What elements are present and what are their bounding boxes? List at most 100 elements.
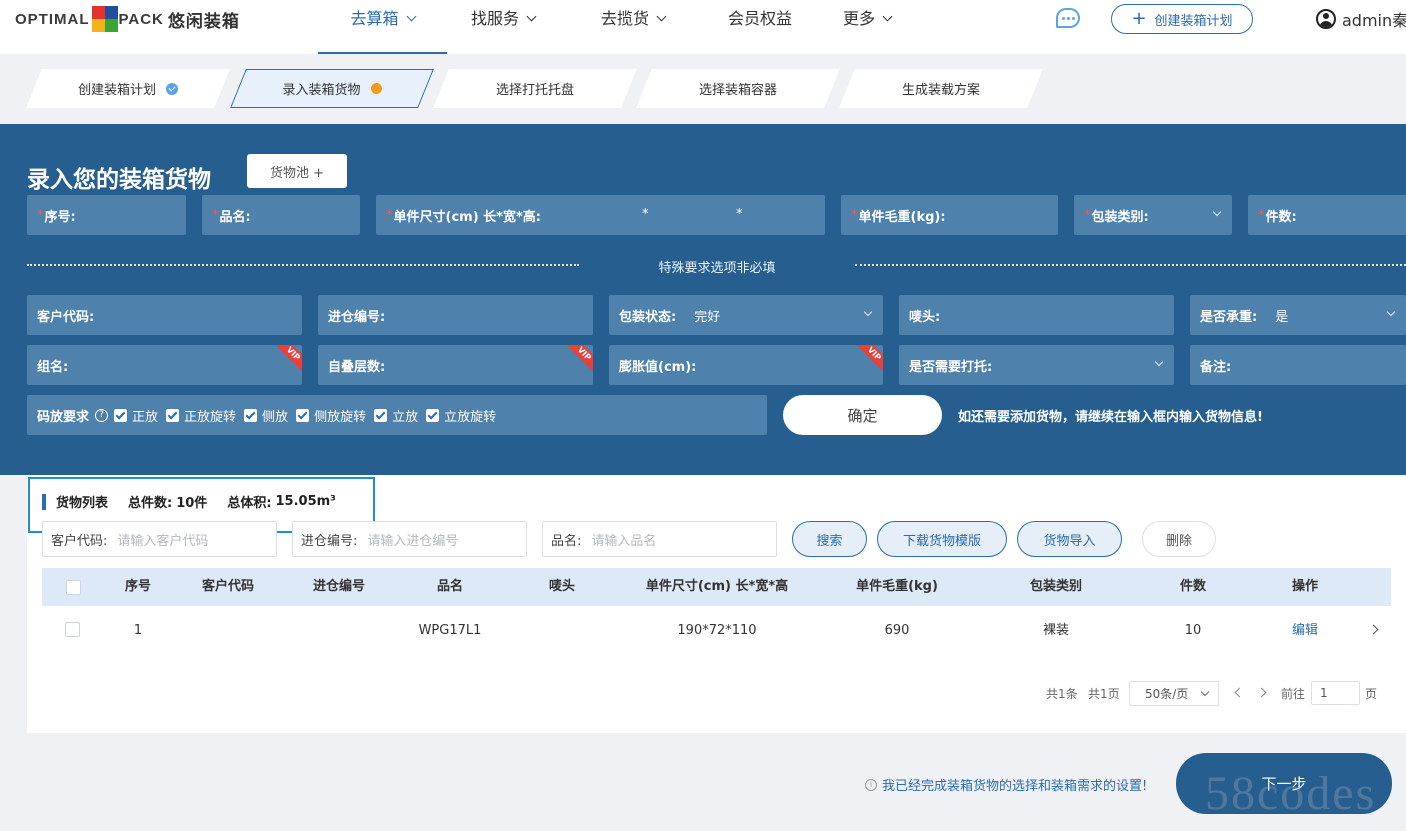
checkbox-checked-icon — [296, 408, 310, 422]
cell-customer — [183, 621, 273, 641]
confirm-button[interactable]: 确定 — [783, 395, 942, 435]
pager-pages: 共1页 — [1088, 686, 1120, 701]
step-enter-cargo[interactable]: 录入装箱货物 — [230, 69, 434, 108]
nav-item-service[interactable]: 找服务 — [458, 0, 548, 54]
nav-item-member[interactable]: 会员权益 — [715, 0, 805, 54]
completion-note-text: 我已经完成装箱货物的选择和装箱需求的设置! — [882, 779, 1148, 794]
current-dot-icon — [370, 83, 382, 94]
stack-option-checkbox[interactable]: 正放 — [114, 406, 158, 425]
page-number-input[interactable]: 1 — [1311, 681, 1360, 705]
inbound-no-search[interactable]: 进仓编号: 请输入进仓编号 — [292, 521, 527, 557]
stack-option-checkbox[interactable]: 立放旋转 — [426, 406, 496, 425]
field-label: 膨胀值(cm): — [619, 359, 697, 375]
stack-option-checkbox[interactable]: 立放 — [374, 406, 418, 425]
logo-text-cn: 悠闲装箱 — [167, 11, 240, 31]
delete-button[interactable]: 删除 — [1142, 521, 1216, 557]
size-separator: * — [736, 207, 743, 222]
step-container[interactable]: 选择装箱容器 — [636, 69, 840, 108]
checkbox-checked-icon — [374, 408, 388, 422]
weight-field[interactable]: * 单件毛重(kg): — [841, 195, 1058, 235]
column-header: 序号 — [124, 579, 151, 594]
user-menu[interactable]: admin秦 — [1316, 7, 1406, 31]
cargo-entry-panel: 录入您的装箱货物 货物池 + * 序号: * 品名: * 单件尺寸(cm) 长*宽*高… — [0, 124, 1406, 475]
optional-section-title: 特殊要求选项非必填 — [658, 261, 776, 276]
info-icon: i — [865, 778, 877, 791]
help-icon[interactable]: ? — [95, 408, 109, 422]
step-create-plan[interactable]: 创建装箱计划 — [26, 69, 230, 108]
step-plan[interactable]: 生成装载方案 — [839, 69, 1043, 108]
pack-type-select[interactable]: * 包装类别: — [1074, 195, 1232, 235]
nav-item-calc[interactable]: 去算箱 — [318, 0, 447, 54]
customer-code-field[interactable]: 客户代码: — [27, 295, 302, 335]
expansion-field[interactable]: 膨胀值(cm): VIP — [609, 345, 883, 385]
edit-link[interactable]: 编辑 — [1275, 621, 1335, 641]
brand-logo[interactable]: OPTIMAL PACK 悠闲装箱 — [15, 5, 240, 33]
field-label: 单件毛重(kg): — [858, 209, 946, 225]
step-label: 录入装箱货物 — [282, 83, 361, 98]
mark-field[interactable]: 唛头: — [899, 295, 1174, 335]
search-label: 客户代码: — [51, 533, 108, 549]
field-label: 包装状态: — [619, 309, 677, 325]
group-name-field[interactable]: 组名: VIP — [27, 345, 302, 385]
name-field[interactable]: * 品名: — [202, 195, 360, 235]
seq-field[interactable]: * 序号: — [27, 195, 186, 235]
checkbox-checked-icon — [426, 408, 440, 422]
stack-option-checkbox[interactable]: 侧放旋转 — [296, 406, 366, 425]
nav-item-label: 去揽货 — [600, 9, 649, 28]
title-bar-accent — [42, 493, 46, 510]
page-size-select[interactable]: 50条/页 — [1129, 681, 1219, 706]
checkbox-label: 正放 — [132, 409, 159, 425]
step-pallet[interactable]: 选择打托托盘 — [433, 69, 637, 108]
stack-option-checkbox[interactable]: 侧放 — [244, 406, 288, 425]
field-label: 是否需要打托: — [909, 359, 993, 375]
field-label: 组名: — [37, 359, 69, 375]
required-mark: * — [386, 207, 393, 223]
cell-inbound — [294, 621, 384, 641]
cell-weight: 690 — [884, 623, 910, 638]
chat-bubble-icon[interactable] — [1056, 8, 1080, 28]
checkbox-label: 侧放旋转 — [314, 409, 367, 425]
total-qty-value: 10件 — [176, 496, 208, 511]
download-template-button[interactable]: 下载货物模版 — [877, 521, 1007, 557]
nav-item-cargo[interactable]: 去揽货 — [588, 0, 678, 54]
total-volume-value: 15.05m³ — [275, 494, 336, 509]
column-header: 件数 — [1179, 579, 1206, 594]
page-size-value: 50条/页 — [1145, 687, 1189, 701]
field-label: 是否承重: — [1200, 309, 1258, 325]
customer-code-search[interactable]: 客户代码: 请输入客户代码 — [42, 521, 277, 557]
import-cargo-button[interactable]: 货物导入 — [1017, 521, 1122, 557]
field-label: 件数: — [1265, 209, 1297, 225]
logo-cube-icon — [91, 6, 118, 32]
cargo-table-header: 序号 客户代码 进仓编号 品名 唛头 单件尺寸(cm) 长*宽*高 单件毛重(k… — [42, 568, 1391, 606]
chevron-down-icon — [863, 307, 873, 317]
checkbox-checked-icon — [166, 408, 180, 422]
size-field[interactable]: * 单件尺寸(cm) 长*宽*高: * * — [376, 195, 825, 235]
need-pallet-select[interactable]: 是否需要打托: — [899, 345, 1174, 385]
stack-option-checkbox[interactable]: 正放旋转 — [166, 406, 236, 425]
pack-state-value: 完好 — [694, 309, 721, 325]
column-header: 操作 — [1291, 579, 1318, 594]
watermark: 58codes — [1205, 767, 1377, 820]
chevron-down-icon — [1200, 687, 1210, 697]
inbound-no-field[interactable]: 进仓编号: — [318, 295, 593, 335]
create-plan-button[interactable]: + 创建装箱计划 — [1111, 4, 1253, 34]
size-separator: * — [642, 207, 649, 222]
total-volume-label: 总体积: — [227, 496, 272, 511]
select-all-checkbox[interactable] — [66, 580, 81, 595]
user-name: admin秦 — [1342, 11, 1406, 30]
total-qty-label: 总件数: — [128, 496, 173, 511]
name-search[interactable]: 品名: 请输入品名 — [542, 521, 777, 557]
cargo-pool-button[interactable]: 货物池 + — [247, 154, 347, 188]
search-button[interactable]: 搜索 — [792, 521, 867, 557]
load-bearing-select[interactable]: 是否承重: 是 — [1190, 295, 1406, 335]
stack-layers-field[interactable]: 自叠层数: VIP — [318, 345, 593, 385]
qty-field[interactable]: * 件数: — [1248, 195, 1406, 235]
checkbox-label: 侧放 — [262, 409, 289, 425]
row-checkbox[interactable] — [65, 622, 80, 637]
cell-qty: 10 — [1184, 623, 1202, 638]
field-label: 品名: — [219, 209, 251, 225]
pack-state-select[interactable]: 包装状态: 完好 — [609, 295, 883, 335]
remark-field[interactable]: 备注: — [1190, 345, 1406, 385]
column-header: 单件尺寸(cm) 长*宽*高 — [645, 579, 789, 594]
nav-item-more[interactable]: 更多 — [832, 0, 902, 54]
